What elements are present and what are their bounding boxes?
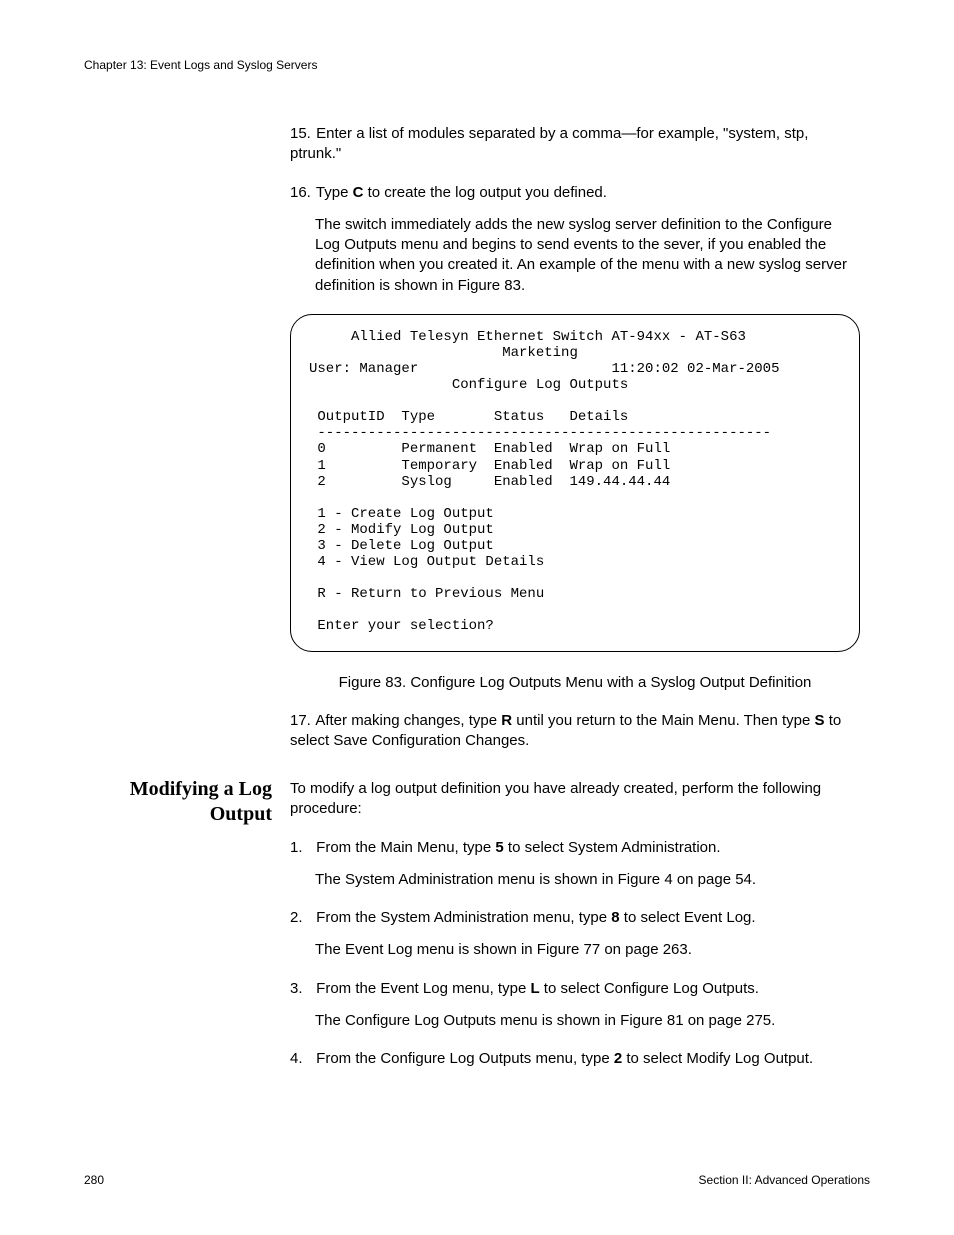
step-text: From the Event Log menu, type [316,980,530,997]
chapter-header: Chapter 13: Event Logs and Syslog Server… [84,58,870,72]
key-r: R [501,712,512,729]
section-modifying-log-output: Modifying a Log Output To modify a log o… [84,779,870,1081]
terminal-line: User: Manager 11:20:02 02-Mar-2005 [309,361,779,377]
section-body: To modify a log output definition you ha… [290,779,870,1081]
step-text: to select System Administration. [504,839,721,856]
proc-step-3: 3. From the Event Log menu, type L to se… [290,979,870,999]
key-2: 2 [614,1050,622,1067]
step-16: 16. Type C to create the log output you … [290,183,860,203]
step-text: until you return to the Main Menu. Then … [512,712,814,729]
step-text: From the System Administration menu, typ… [316,909,611,926]
terminal-menu-item: 4 - View Log Output Details [309,554,544,570]
terminal-row: 2 Syslog Enabled 149.44.44.44 [309,474,670,490]
step-text: to create the log output you defined. [363,184,607,201]
terminal-row: 1 Temporary Enabled Wrap on Full [309,458,670,474]
step-number: 1. [290,838,312,858]
proc-step-3-sub: The Configure Log Outputs menu is shown … [290,1011,870,1031]
step-number: 3. [290,979,312,999]
key-8: 8 [611,909,619,926]
step-17: 17. After making changes, type R until y… [290,711,860,752]
terminal-menu-item: 2 - Modify Log Output [309,522,494,538]
step-text: From the Main Menu, type [316,839,495,856]
terminal-line: Allied Telesyn Ethernet Switch AT-94xx -… [309,329,746,345]
page: Chapter 13: Event Logs and Syslog Server… [0,0,954,1235]
step-text: From the Configure Log Outputs menu, typ… [316,1050,614,1067]
step-number: 4. [290,1049,312,1069]
proc-step-1-sub: The System Administration menu is shown … [290,870,870,890]
terminal-menu-item: R - Return to Previous Menu [309,586,544,602]
step-text: After making changes, type [315,712,501,729]
step-number: 17. [290,711,312,731]
step-text: to select Configure Log Outputs. [540,980,759,997]
proc-step-2-sub: The Event Log menu is shown in Figure 77… [290,940,870,960]
proc-step-1: 1. From the Main Menu, type 5 to select … [290,838,870,858]
proc-step-4: 4. From the Configure Log Outputs menu, … [290,1049,870,1069]
terminal-prompt: Enter your selection? [309,618,494,634]
step-text: to select Event Log. [620,909,756,926]
terminal-header-row: OutputID Type Status Details [309,409,628,425]
page-footer: 280 Section II: Advanced Operations [84,1173,870,1187]
main-content: 15. Enter a list of modules separated by… [290,124,860,751]
step-number: 15. [290,124,312,144]
step-15: 15. Enter a list of modules separated by… [290,124,860,165]
section-label: Section II: Advanced Operations [699,1173,870,1187]
step-text: Enter a list of modules separated by a c… [290,125,808,162]
terminal-menu-item: 1 - Create Log Output [309,506,494,522]
terminal-screen: Allied Telesyn Ethernet Switch AT-94xx -… [290,314,860,652]
step-16-paragraph: The switch immediately adds the new sysl… [290,215,860,296]
key-l: L [530,980,539,997]
proc-step-2: 2. From the System Administration menu, … [290,908,870,928]
key-5: 5 [495,839,503,856]
page-number: 280 [84,1173,104,1187]
terminal-rule: ----------------------------------------… [309,425,771,441]
section-heading: Modifying a Log Output [84,777,290,827]
figure-caption: Figure 83. Configure Log Outputs Menu wi… [290,674,860,691]
section-intro: To modify a log output definition you ha… [290,779,870,820]
key-c: C [353,184,364,201]
step-text: to select Modify Log Output. [622,1050,813,1067]
key-s: S [815,712,825,729]
step-text: Type [316,184,353,201]
terminal-line: Marketing [309,345,578,361]
terminal-row: 0 Permanent Enabled Wrap on Full [309,441,670,457]
terminal-menu-item: 3 - Delete Log Output [309,538,494,554]
step-number: 2. [290,908,312,928]
terminal-line: Configure Log Outputs [309,377,628,393]
step-number: 16. [290,183,312,203]
